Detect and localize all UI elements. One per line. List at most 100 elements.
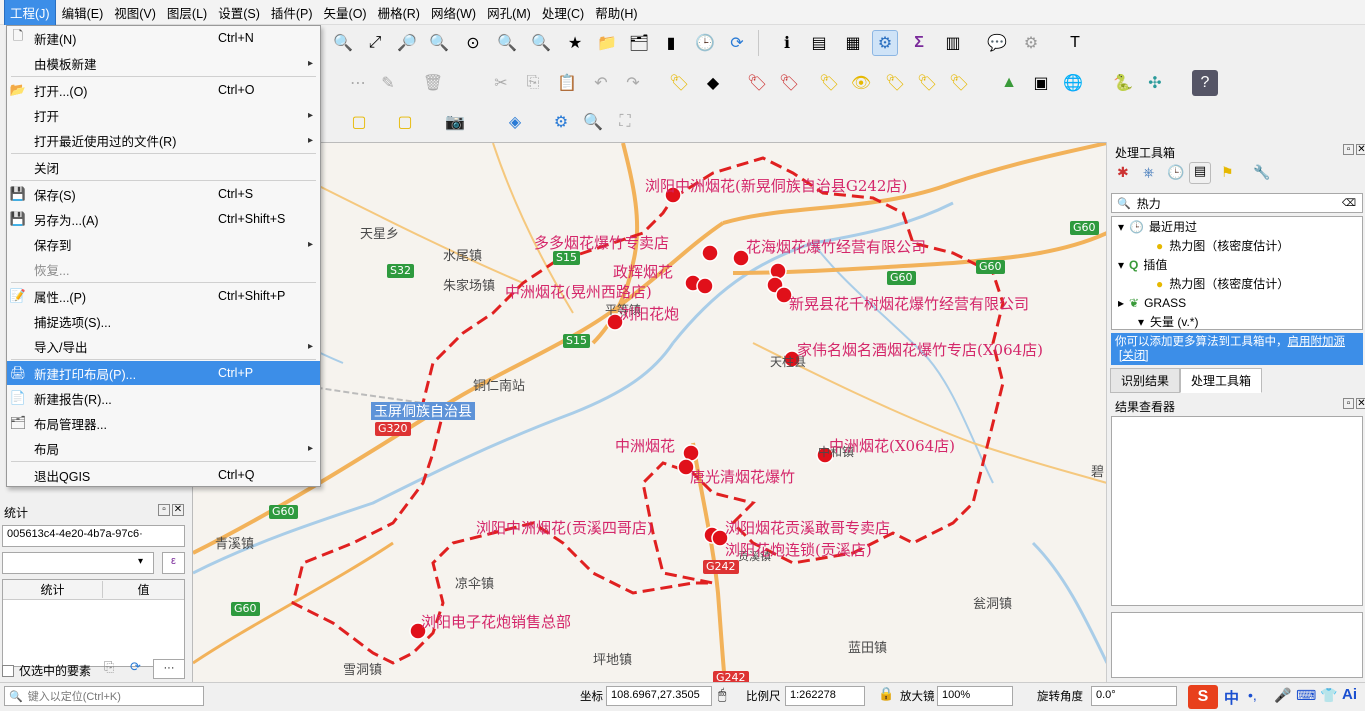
menu-item[interactable]: 关闭 [7, 155, 320, 179]
tree-item[interactable]: ● 热力图（核密度估计） [1156, 274, 1289, 293]
menu-item[interactable]: 🗋 新建(N) Ctrl+N [7, 26, 320, 50]
undo-icon[interactable]: ↶ [588, 70, 614, 96]
menu-item[interactable]: 布局 ▸ [7, 436, 320, 460]
processing-toolbox-icon[interactable]: ⚙ [872, 30, 898, 56]
change-label-icon[interactable]: 🏷 [914, 70, 940, 96]
close-notice-link[interactable]: [关闭] [1119, 350, 1148, 362]
layers-add-icon[interactable]: ◈ [502, 109, 528, 135]
highlight-label-icon[interactable]: 🏷 [776, 70, 802, 96]
show-bookmarks-icon[interactable]: 📁 [594, 30, 620, 56]
statistical-summary-icon[interactable]: Σ [906, 30, 932, 56]
close-icon[interactable]: ✕ [1356, 398, 1365, 409]
zoom-out-icon[interactable]: 🔍 [330, 30, 356, 56]
copy-icon[interactable]: ⎘ [520, 70, 546, 96]
menu-settings[interactable]: 设置(S) [213, 0, 265, 25]
globe-icon[interactable]: 🌐 [1060, 70, 1086, 96]
zoom-native-icon[interactable]: ⊙ [460, 30, 486, 56]
close-icon[interactable]: ✕ [1356, 144, 1365, 155]
gps-icon[interactable]: ▣ [1028, 70, 1054, 96]
menu-project[interactable]: 工程(J) [4, 0, 56, 26]
column-header-value[interactable]: 值 [103, 581, 184, 598]
menu-item[interactable]: 打开最近使用过的文件(R) ▸ [7, 128, 320, 152]
float-icon[interactable]: ▫ [1343, 144, 1354, 155]
float-icon[interactable]: ▫ [158, 504, 170, 516]
punct-icon[interactable]: •, [1248, 687, 1257, 703]
tab-toolbox[interactable]: 处理工具箱 [1180, 368, 1263, 393]
rotate-label-icon[interactable]: 🏷 [882, 70, 908, 96]
network-icon[interactable]: ✣ [1142, 70, 1168, 96]
menu-item[interactable]: 📄 新建报告(R)... [7, 386, 320, 410]
menu-layer[interactable]: 图层(L) [162, 0, 212, 25]
settings-icon[interactable]: 🔧 [1253, 164, 1270, 181]
lock-icon[interactable]: 🔒 [878, 686, 894, 702]
measure-icon[interactable]: ▥ [940, 30, 966, 56]
shirt-icon[interactable]: 👕 [1320, 687, 1337, 704]
menu-edit[interactable]: 编辑(E) [57, 0, 109, 25]
pin-label-icon[interactable]: 🏷 [744, 70, 770, 96]
copy-icon[interactable]: ⎘ [104, 659, 114, 675]
zoom-last-icon[interactable]: 🔍 [494, 30, 520, 56]
microphone-icon[interactable]: 🎤 [1274, 687, 1291, 704]
zoom-layer-icon[interactable]: 🔍 [426, 30, 452, 56]
toolbox-search-input[interactable]: 🔍 热力 ⌫ [1111, 193, 1363, 213]
layer-select[interactable]: 005613c4-4e20-4b7a-97c6· [2, 525, 185, 547]
tree-grass[interactable]: ▸ ❦ GRASS [1118, 293, 1186, 312]
annotation-icon[interactable]: 💬 [984, 30, 1010, 56]
menu-item[interactable]: 恢复... [7, 257, 320, 281]
menu-item[interactable]: 🗂 布局管理器... [7, 411, 320, 435]
vertex-tool-icon[interactable]: ⋯ [345, 70, 371, 96]
history-icon[interactable]: 🕒 [1167, 164, 1184, 181]
menu-view[interactable]: 视图(V) [109, 0, 161, 25]
select-features-icon[interactable]: ▢ [346, 109, 372, 135]
float-icon[interactable]: ▫ [1343, 398, 1354, 409]
menu-item[interactable]: 保存到 ▸ [7, 232, 320, 256]
select-by-location-icon[interactable]: ▢ [392, 109, 418, 135]
move-label-icon[interactable]: 🏷 [816, 70, 842, 96]
menu-item[interactable]: 导入/导出 ▸ [7, 334, 320, 358]
options-gear-icon[interactable]: ⚙ [548, 109, 574, 135]
tree-interp[interactable]: ▾ Q 插值 [1118, 255, 1167, 274]
locator-search[interactable]: 🔍 键入以定位(Ctrl+K) [4, 686, 204, 706]
cut-icon[interactable]: ✂ [488, 70, 514, 96]
menu-help[interactable]: 帮助(H) [590, 0, 642, 25]
search-icon[interactable]: 🔍 [580, 109, 606, 135]
show-hide-label-icon[interactable]: 👁 [848, 70, 874, 96]
menu-processing[interactable]: 处理(C) [537, 0, 589, 25]
ai-icon[interactable]: Ai [1342, 686, 1357, 703]
identify-icon[interactable]: ℹ [774, 30, 800, 56]
menu-item[interactable]: 📂 打开...(O) Ctrl+O [7, 78, 320, 102]
menu-vector[interactable]: 矢量(O) [319, 0, 372, 25]
zoom-full-icon[interactable]: ⤢ [362, 30, 388, 56]
zoom-selection-icon[interactable]: 🔎 [394, 30, 420, 56]
label-icon[interactable]: 🏷 [666, 70, 692, 96]
ime-mode[interactable]: 中 [1224, 687, 1239, 708]
selected-only-checkbox[interactable] [2, 664, 14, 677]
menu-raster[interactable]: 栅格(R) [373, 0, 425, 25]
paste-icon[interactable]: 📋 [554, 70, 580, 96]
label-props-icon[interactable]: 🏷 [946, 70, 972, 96]
mouse-icon[interactable]: 🖱 [718, 686, 726, 703]
map-canvas[interactable]: 天星乡 水尾镇 朱家场镇 平等镇 铜仁南站 凉伞镇 青溪镇 坪地镇 蓝田镇 雪洞… [192, 142, 1106, 682]
menu-web[interactable]: 网络(W) [426, 0, 481, 25]
menu-mesh[interactable]: 网孔(M) [482, 0, 536, 25]
tree-vector[interactable]: ▾ 矢量 (v.*) [1138, 312, 1198, 331]
scale-field[interactable]: 1:262278 [785, 686, 865, 706]
text-annotation-icon[interactable]: T [1062, 30, 1088, 56]
coord-field[interactable]: 108.6967,27.3505 [606, 686, 712, 706]
add-feature-icon[interactable]: ✎ [375, 70, 401, 96]
zoom-next-icon[interactable]: 🔍 [528, 30, 554, 56]
refresh-icon[interactable]: ⟳ [130, 659, 141, 675]
refresh-icon[interactable]: ⟳ [724, 30, 750, 56]
spatial-bookmark-icon[interactable]: 🗂 [626, 30, 652, 56]
options-icon[interactable]: ⚑ [1221, 164, 1234, 181]
python-icon[interactable]: ⎈ [1143, 164, 1154, 181]
clear-icon[interactable]: ⌫ [1342, 198, 1356, 209]
field-calculator-icon[interactable]: ▦ [840, 30, 866, 56]
magnifier-field[interactable]: 100% [937, 686, 1013, 706]
rotation-field[interactable]: 0.0° [1091, 686, 1177, 706]
menu-item[interactable]: 🖨 新建打印布局(P)... Ctrl+P [7, 361, 320, 385]
delete-icon[interactable]: 🗑 [420, 70, 446, 96]
attribute-table-icon[interactable]: ▤ [806, 30, 832, 56]
menu-item[interactable]: 📝 属性...(P) Ctrl+Shift+P [7, 284, 320, 308]
menu-item[interactable]: 退出QGIS Ctrl+Q [7, 463, 320, 487]
